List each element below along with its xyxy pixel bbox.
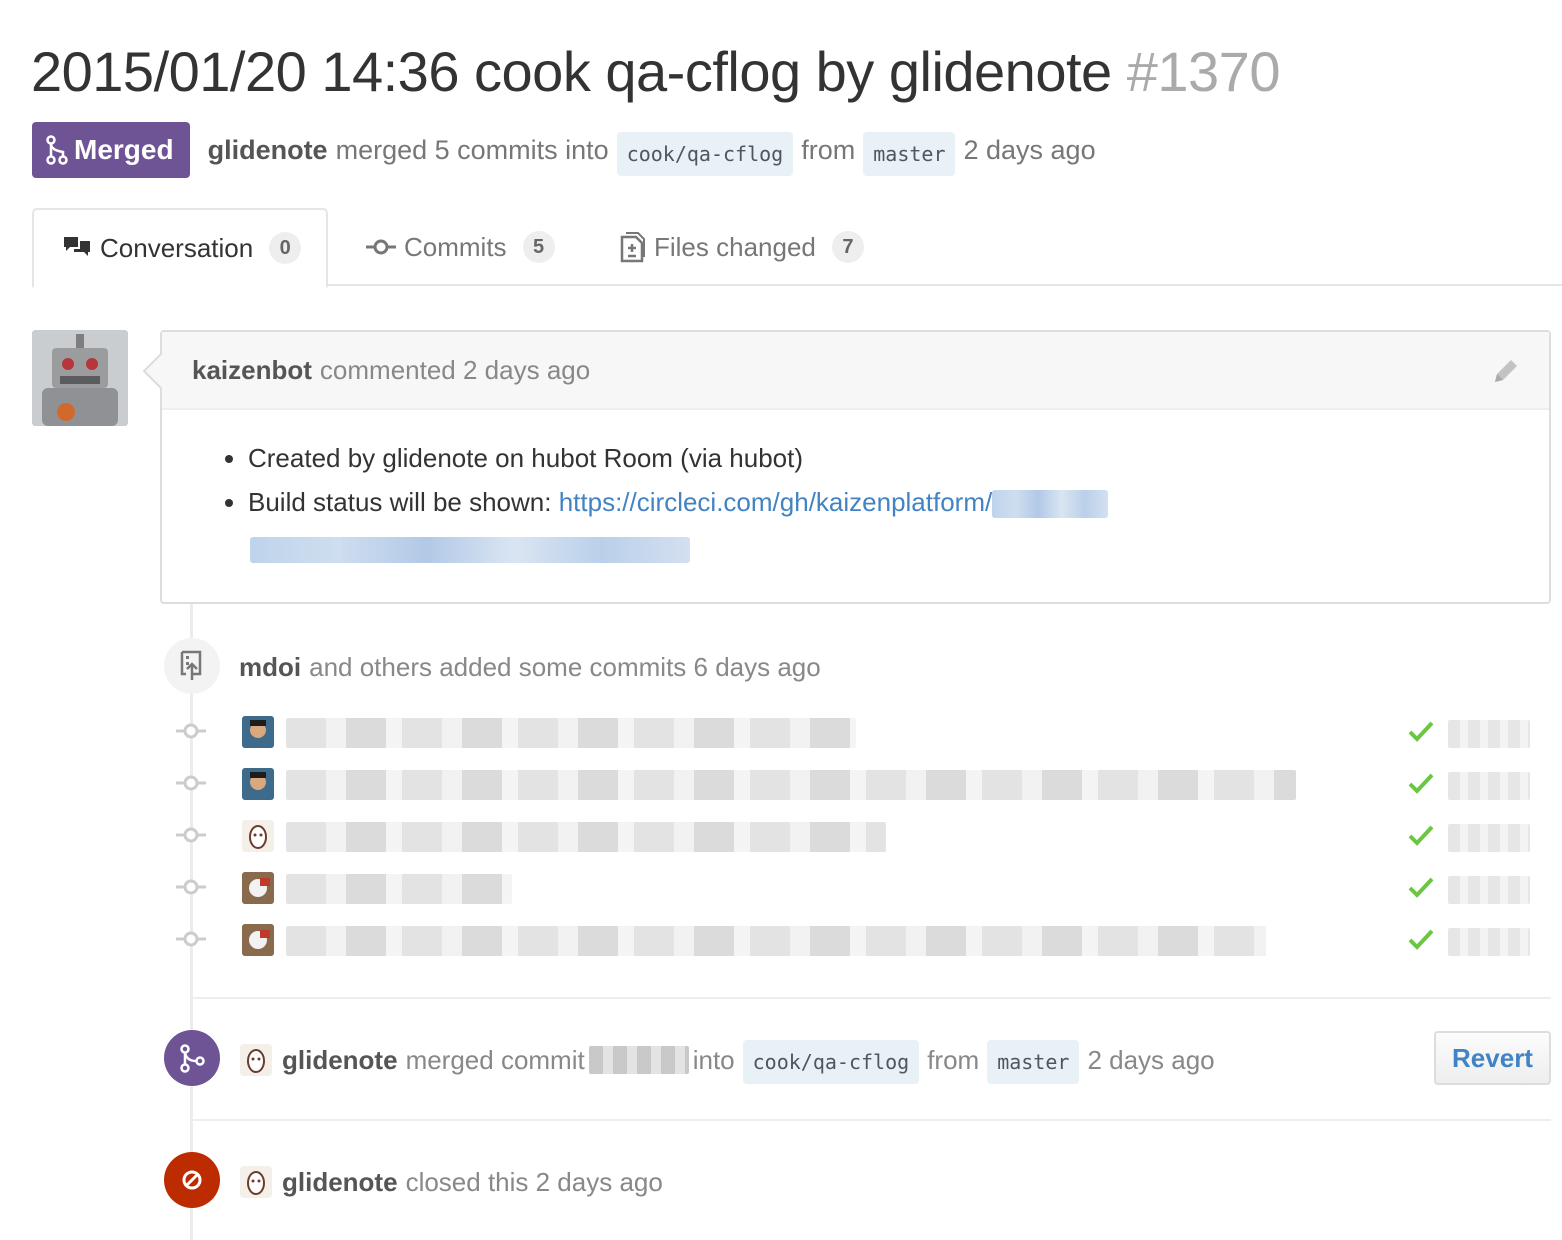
git-commit-icon [176, 723, 206, 739]
commits-event: mdoi and others added some commits 6 day… [239, 648, 821, 686]
pr-author-link[interactable]: glidenote [208, 135, 328, 166]
git-merge-icon [46, 135, 68, 165]
pr-time: 2 days ago [963, 134, 1096, 165]
commit-author-avatar[interactable] [242, 924, 274, 956]
check-icon[interactable] [1408, 874, 1434, 900]
close-event: glidenote closed this 2 days ago [240, 1160, 663, 1204]
merge-author-link[interactable]: glidenote [282, 1045, 398, 1076]
commit-sha-link[interactable] [1448, 876, 1530, 904]
merged-state-badge: Merged [32, 122, 190, 178]
git-commit-icon [176, 827, 206, 843]
commit-author-avatar[interactable] [242, 820, 274, 852]
state-label: Merged [74, 134, 174, 165]
comment-list-item: Created by glidenote on hubot Room (via … [248, 436, 1549, 480]
git-commit-icon [176, 931, 206, 947]
tab-commits-label: Commits [404, 231, 507, 262]
timeline-divider [193, 1119, 1551, 1121]
comment-item-text: Created by glidenote on hubot Room (via … [248, 443, 804, 473]
commit-author-avatar[interactable] [242, 872, 274, 904]
commit-message-link[interactable] [286, 926, 1266, 956]
commits-author-link[interactable]: mdoi [239, 652, 301, 683]
redacted-link-part [992, 490, 1109, 519]
commit-row [176, 712, 1546, 752]
commit-row [176, 764, 1546, 804]
repo-push-badge [164, 638, 220, 694]
circle-slash-icon [182, 1170, 202, 1190]
base-branch-label[interactable]: cook/qa-cflog [616, 132, 794, 176]
timeline-divider [193, 997, 1551, 999]
git-commit-icon [176, 775, 206, 791]
commits-counter: 5 [522, 231, 555, 263]
commit-sha-link[interactable] [1448, 928, 1530, 956]
commit-sha-link[interactable] [1448, 824, 1530, 852]
commit-message-link[interactable] [286, 822, 886, 852]
files-counter: 7 [831, 231, 864, 263]
check-icon[interactable] [1408, 770, 1434, 796]
merge-event-badge [164, 1030, 220, 1086]
git-commit-icon [366, 237, 396, 257]
merge-base-branch[interactable]: cook/qa-cflog [742, 1040, 920, 1084]
comment-item-text: Build status will be shown: [248, 487, 552, 517]
commit-message-link[interactable] [286, 770, 1296, 800]
comment-author-link[interactable]: kaizenbot [192, 355, 312, 386]
commit-sha-link[interactable] [1448, 772, 1530, 800]
revert-button[interactable]: Revert [1434, 1031, 1551, 1085]
commit-row [176, 920, 1546, 960]
commits-event-text: and others added some commits 6 days ago [309, 651, 821, 682]
tab-conversation[interactable]: Conversation 0 [32, 208, 328, 288]
tab-commits[interactable]: Commits 5 [366, 208, 555, 286]
closed-event-badge [164, 1152, 220, 1208]
merge-time: 2 days ago [1087, 1044, 1215, 1075]
merged-commits-text: merged 5 commits into [335, 134, 609, 165]
comment-box: kaizenbot commented 2 days ago Created b… [160, 330, 1551, 604]
redacted-link-continuation[interactable] [250, 537, 690, 564]
commit-message-link[interactable] [286, 874, 512, 904]
redacted-link-line [218, 526, 1549, 570]
commit-row [176, 816, 1546, 856]
git-commit-icon [176, 879, 206, 895]
comment-body: Created by glidenote on hubot Room (via … [162, 410, 1549, 570]
git-merge-icon [180, 1044, 205, 1073]
merge-event: glidenote merged commit into cook/qa-cfl… [240, 1036, 1215, 1084]
merge-head-branch[interactable]: master [987, 1040, 1080, 1084]
pencil-icon[interactable] [1491, 356, 1521, 393]
check-icon[interactable] [1408, 926, 1434, 952]
build-status-link[interactable]: https://circleci.com/gh/kaizenplatform/ [559, 487, 993, 517]
commit-message-link[interactable] [286, 718, 856, 748]
check-icon[interactable] [1408, 822, 1434, 848]
kaizenbot-avatar[interactable] [32, 330, 128, 426]
pr-tabs: Conversation 0 Commits 5 Files changed 7 [32, 208, 1562, 288]
glidenote-avatar[interactable] [240, 1044, 272, 1076]
tab-conversation-label: Conversation [100, 232, 254, 263]
commit-author-avatar[interactable] [242, 768, 274, 800]
pr-number: #1370 [1126, 40, 1281, 103]
close-author-link[interactable]: glidenote [282, 1167, 398, 1198]
conversation-counter: 0 [269, 232, 302, 264]
comment-action: commented 2 days ago [319, 354, 591, 385]
tab-files-changed[interactable]: Files changed 7 [620, 208, 864, 286]
commit-sha-link[interactable] [1448, 720, 1530, 748]
file-diff-icon [620, 231, 646, 263]
merge-commit-sha-link[interactable] [588, 1046, 689, 1074]
from-text: from [801, 134, 856, 165]
merge-from-text: from [927, 1044, 980, 1075]
head-branch-label[interactable]: master [863, 132, 956, 176]
close-text: closed this 2 days ago [405, 1166, 663, 1197]
comment-header: kaizenbot commented 2 days ago [162, 332, 1549, 410]
glidenote-avatar[interactable] [240, 1166, 272, 1198]
commit-author-avatar[interactable] [242, 716, 274, 748]
repo-push-icon [180, 650, 202, 680]
tab-files-label: Files changed [654, 231, 816, 262]
comment-discussion-icon [62, 234, 92, 262]
check-icon[interactable] [1408, 718, 1434, 744]
pr-title: 2015/01/20 14:36 cook qa-cflog by gliden… [31, 40, 1280, 104]
pr-meta: Merged glidenote merged 5 commits into c… [32, 122, 1096, 178]
merge-text: merged commit [405, 1044, 585, 1075]
comment-list-item: Build status will be shown: https://circ… [248, 480, 1549, 524]
pr-title-text: 2015/01/20 14:36 cook qa-cflog by gliden… [31, 40, 1112, 103]
commit-row [176, 868, 1546, 908]
merge-into-text: into [692, 1044, 735, 1075]
